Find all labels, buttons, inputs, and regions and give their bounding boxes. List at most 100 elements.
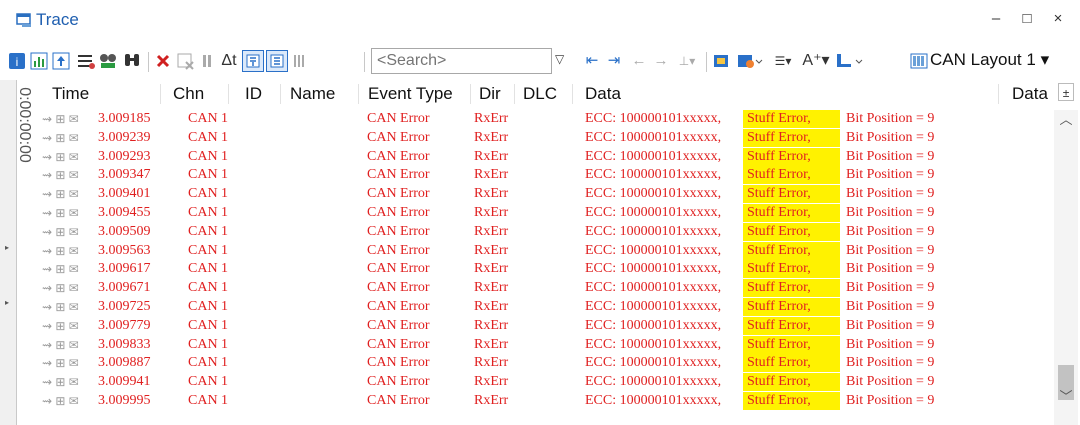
expand-message-icon[interactable]: ⇝ ⊞ ✉ [42, 204, 79, 222]
expand-message-icon[interactable]: ⇝ ⊞ ✉ [42, 373, 79, 391]
pause-icon[interactable] [200, 52, 214, 70]
column-header-dlc[interactable]: DLC [523, 84, 557, 104]
cell-data-ecc: ECC: 100000101xxxxx, [585, 186, 722, 202]
table-row[interactable]: ⇝ ⊞ ✉ 3.009995 CAN 1 CAN Error RxErr ECC: 100… [40, 392, 1050, 410]
find-icon[interactable] [122, 52, 142, 70]
minimize-button[interactable]: – [986, 10, 1006, 27]
close-button[interactable]: × [1048, 10, 1068, 27]
table-row[interactable]: ⇝ ⊞ ✉ 3.009617 CAN 1 CAN Error RxErr ECC: 100… [40, 260, 1050, 279]
layout-selector[interactable]: CAN Layout 1 ▾ [930, 50, 1049, 70]
column-header-name[interactable]: Name [290, 84, 335, 104]
line-style-dropdown-icon[interactable]: ☰▾ [768, 52, 798, 70]
expand-message-icon[interactable]: ⇝ ⊞ ✉ [42, 317, 79, 335]
find-previous-icon[interactable]: ⇤ [582, 52, 602, 70]
expand-message-icon[interactable]: ⇝ ⊞ ✉ [42, 392, 79, 410]
arrow-left-icon[interactable]: ← [630, 52, 648, 70]
splitter-arrow-icon[interactable]: ▸ [5, 243, 9, 252]
marker-dropdown-icon[interactable]: ⊥▾ [674, 52, 700, 70]
column-divider[interactable] [280, 84, 281, 104]
cell-dir: RxErr [474, 280, 509, 296]
log-dropdown-icon[interactable] [736, 52, 764, 70]
find-next-icon[interactable]: ⇥ [604, 52, 624, 70]
column-header-time[interactable]: Time [52, 84, 89, 104]
expand-message-icon[interactable]: ⇝ ⊞ ✉ [42, 110, 79, 128]
font-size-dropdown-icon[interactable]: A⁺▾ [800, 52, 832, 70]
table-row[interactable]: ⇝ ⊞ ✉ 3.009347 CAN 1 CAN Error RxErr ECC: 100… [40, 166, 1050, 185]
color-dropdown-icon[interactable] [834, 52, 864, 70]
cell-chn: CAN 1 [188, 167, 229, 183]
clear-icon[interactable] [176, 52, 196, 70]
cell-data-error-highlight: Stuff Error, [743, 147, 840, 166]
scroll-up-icon[interactable]: ︿ [1054, 110, 1078, 130]
column-divider[interactable] [470, 84, 471, 104]
table-row[interactable]: ⇝ ⊞ ✉ 3.009401 CAN 1 CAN Error RxErr ECC: 100… [40, 185, 1050, 204]
expand-message-icon[interactable]: ⇝ ⊞ ✉ [42, 354, 79, 372]
cell-data-bit-position: Bit Position = 9 [846, 186, 935, 202]
cell-chn: CAN 1 [188, 336, 229, 352]
cell-event-type: CAN Error [367, 336, 430, 352]
fixed-position-mode-icon[interactable] [266, 50, 288, 72]
table-row[interactable]: ⇝ ⊞ ✉ 3.009455 CAN 1 CAN Error RxErr ECC: 100… [40, 204, 1050, 222]
maximize-button[interactable]: □ [1017, 10, 1037, 27]
search-input[interactable] [371, 48, 552, 74]
chronological-mode-icon[interactable] [242, 50, 264, 72]
statistics-icon[interactable] [30, 52, 48, 70]
expand-message-icon[interactable]: ⇝ ⊞ ✉ [42, 223, 79, 241]
column-options-icon[interactable] [292, 52, 306, 70]
column-header-chn[interactable]: Chn [173, 84, 204, 104]
splitter-arrow-icon[interactable]: ▸ [5, 298, 9, 307]
column-divider[interactable] [514, 84, 515, 104]
cell-data-bit-position: Bit Position = 9 [846, 261, 935, 277]
time-axis-text: 0:00:00:00 [15, 87, 33, 163]
expand-message-icon[interactable]: ⇝ ⊞ ✉ [42, 260, 79, 278]
info-icon[interactable]: i [8, 52, 26, 70]
vertical-scrollbar[interactable]: ︿ ﹀ [1054, 110, 1078, 425]
search-dropdown-icon[interactable]: ▽ [555, 52, 564, 66]
column-divider[interactable] [160, 84, 161, 104]
table-row[interactable]: ⇝ ⊞ ✉ 3.009239 CAN 1 CAN Error RxErr ECC: 100… [40, 128, 1050, 147]
cell-data-error-highlight: Stuff Error, [743, 128, 840, 147]
arrow-right-icon[interactable]: → [652, 52, 670, 70]
column-divider[interactable] [358, 84, 359, 104]
scroll-down-icon[interactable]: ﹀ [1054, 387, 1078, 407]
delta-time-button[interactable]: Δt [218, 52, 240, 70]
table-row[interactable]: ⇝ ⊞ ✉ 3.009725 CAN 1 CAN Error RxErr ECC: 100… [40, 298, 1050, 316]
table-row[interactable]: ⇝ ⊞ ✉ 3.009833 CAN 1 CAN Error RxErr ECC: 100… [40, 335, 1050, 354]
cell-chn: CAN 1 [188, 280, 229, 296]
header-scroll-up-button[interactable]: ± [1058, 83, 1074, 101]
table-row[interactable]: ⇝ ⊞ ✉ 3.009887 CAN 1 CAN Error RxErr ECC: 100… [40, 354, 1050, 373]
column-header-data[interactable]: Data [585, 84, 621, 104]
expand-message-icon[interactable]: ⇝ ⊞ ✉ [42, 336, 79, 354]
table-row[interactable]: ⇝ ⊞ ✉ 3.009293 CAN 1 CAN Error RxErr ECC: 100… [40, 147, 1050, 166]
expand-message-icon[interactable]: ⇝ ⊞ ✉ [42, 185, 79, 203]
column-header-id[interactable]: ID [245, 84, 262, 104]
expand-message-icon[interactable]: ⇝ ⊞ ✉ [42, 166, 79, 184]
network-filter-icon[interactable] [98, 52, 118, 70]
export-icon[interactable] [712, 52, 732, 70]
expand-message-icon[interactable]: ⇝ ⊞ ✉ [42, 279, 79, 297]
filter-icon[interactable] [76, 52, 96, 70]
scroll-mode-icon[interactable] [52, 52, 70, 70]
table-row[interactable]: ⇝ ⊞ ✉ 3.009941 CAN 1 CAN Error RxErr ECC: 100… [40, 373, 1050, 392]
cell-chn: CAN 1 [188, 261, 229, 277]
column-header-data-right[interactable]: Data [1012, 84, 1048, 104]
column-header-event-type[interactable]: Event Type [368, 84, 453, 104]
expand-message-icon[interactable]: ⇝ ⊞ ✉ [42, 129, 79, 147]
cell-data-bit-position: Bit Position = 9 [846, 223, 935, 239]
expand-message-icon[interactable]: ⇝ ⊞ ✉ [42, 148, 79, 166]
column-divider[interactable] [228, 84, 229, 104]
expand-message-icon[interactable]: ⇝ ⊞ ✉ [42, 298, 79, 316]
table-row[interactable]: ⇝ ⊞ ✉ 3.009671 CAN 1 CAN Error RxErr ECC: 100… [40, 279, 1050, 298]
column-header-dir[interactable]: Dir [479, 84, 501, 104]
column-divider[interactable] [998, 84, 999, 104]
cell-data-error-highlight: Stuff Error, [743, 279, 840, 298]
table-row[interactable]: ⇝ ⊞ ✉ 3.009779 CAN 1 CAN Error RxErr ECC: 100… [40, 316, 1050, 335]
expand-message-icon[interactable]: ⇝ ⊞ ✉ [42, 242, 79, 260]
table-row[interactable]: ⇝ ⊞ ✉ 3.009563 CAN 1 CAN Error RxErr ECC: 100… [40, 241, 1050, 260]
cell-event-type: CAN Error [367, 148, 430, 164]
cell-time: 3.009239 [98, 129, 151, 145]
table-row[interactable]: ⇝ ⊞ ✉ 3.009509 CAN 1 CAN Error RxErr ECC: 100… [40, 222, 1050, 241]
delete-icon[interactable] [154, 52, 172, 70]
column-divider[interactable] [572, 84, 573, 104]
table-row[interactable]: ⇝ ⊞ ✉ 3.009185 CAN 1 CAN Error RxErr ECC: 100… [40, 110, 1050, 128]
